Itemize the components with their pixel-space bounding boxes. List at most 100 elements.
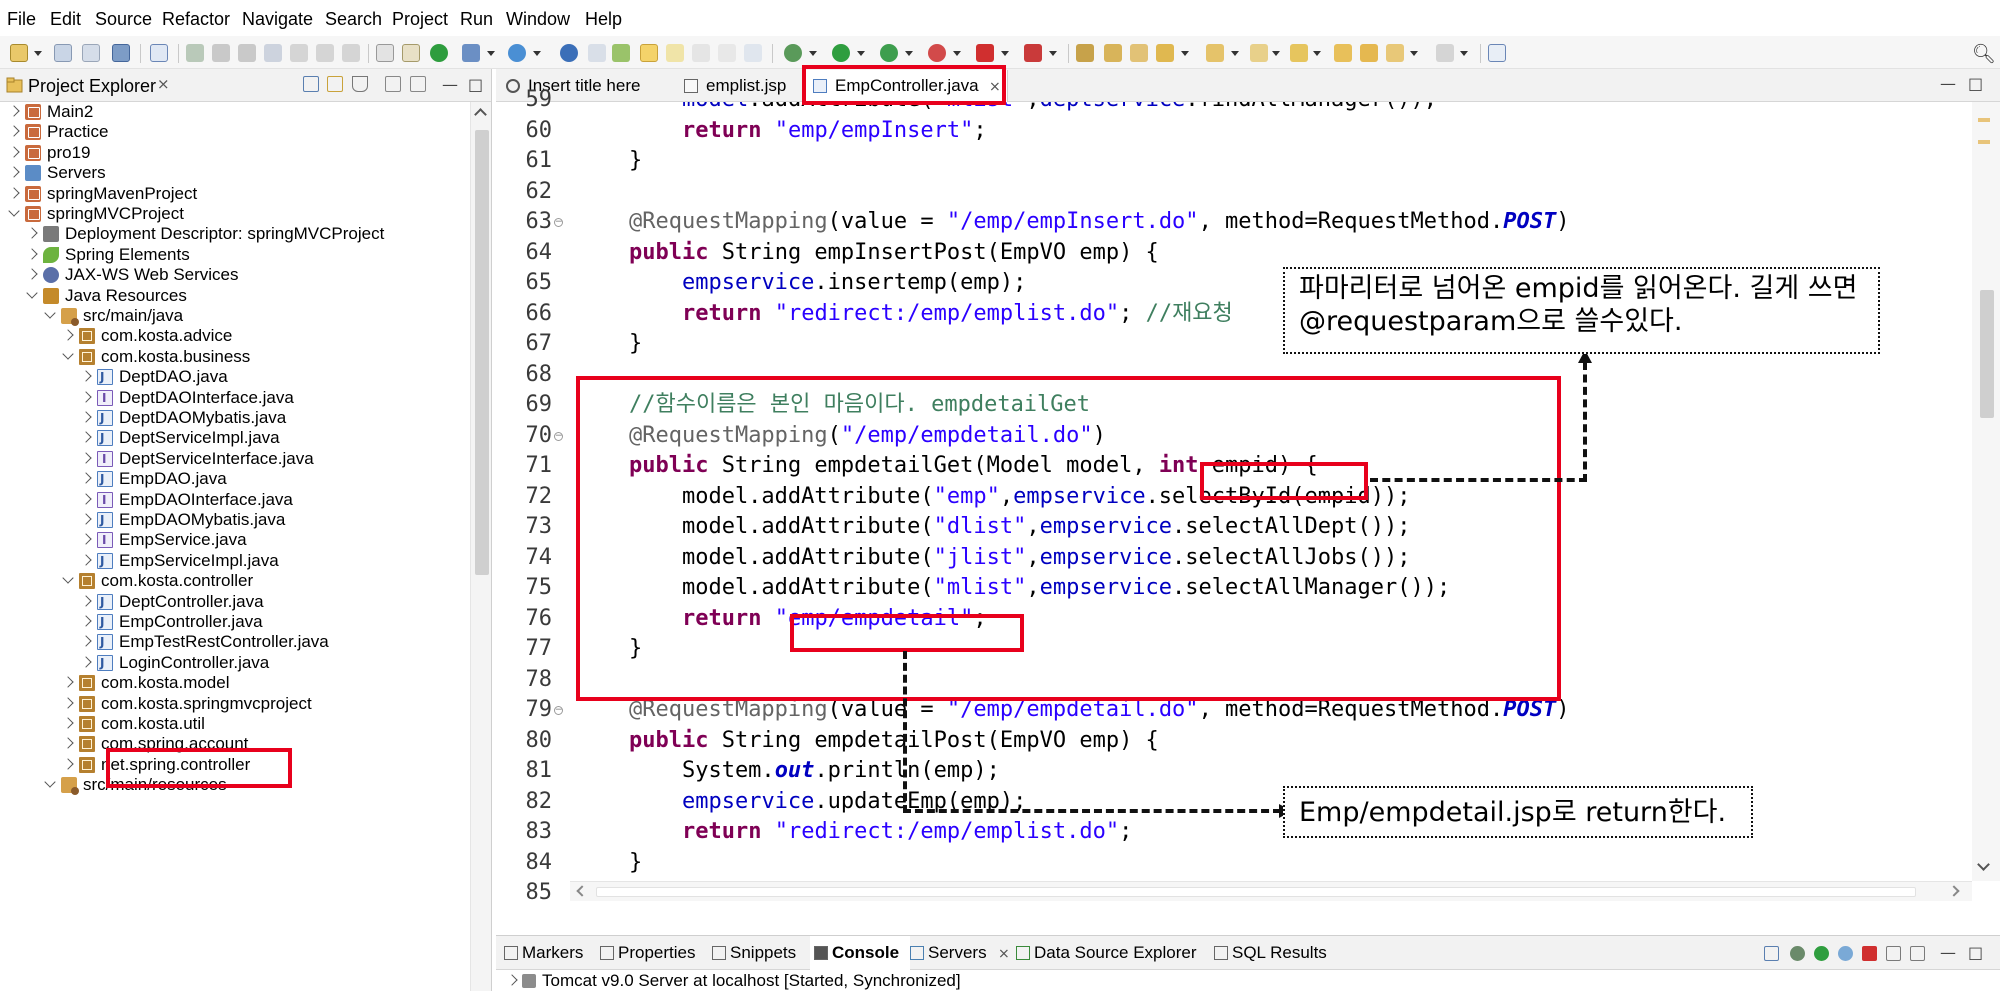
- expanded-chevron-icon[interactable]: [62, 348, 74, 360]
- open-perspective-icon[interactable]: [560, 44, 578, 62]
- collapsed-chevron-icon[interactable]: [62, 758, 74, 770]
- menu-source[interactable]: Source: [95, 9, 152, 29]
- overview-mark[interactable]: [1978, 118, 1990, 122]
- word-wrap-icon[interactable]: [744, 44, 762, 62]
- next-annotation-icon[interactable]: [1290, 44, 1308, 62]
- pin-icon[interactable]: [612, 44, 630, 62]
- maximize-editor-icon[interactable]: □: [1968, 74, 1983, 93]
- tab-snippets[interactable]: Snippets: [708, 936, 808, 970]
- menu-window[interactable]: Window: [506, 9, 570, 29]
- expand-chevron-icon[interactable]: [506, 974, 518, 986]
- explorer-scrollbar[interactable]: [470, 102, 491, 991]
- overview-mark[interactable]: [1978, 140, 1990, 144]
- highlight-icon[interactable]: [666, 44, 684, 62]
- profile-dropdown-icon[interactable]: [1049, 51, 1057, 56]
- collapsed-chevron-icon[interactable]: [8, 166, 20, 178]
- collapsed-chevron-icon[interactable]: [80, 513, 92, 525]
- skip-breakpoints-icon[interactable]: [150, 44, 168, 62]
- external-tools-icon[interactable]: [928, 44, 946, 62]
- menu-navigate[interactable]: Navigate: [242, 9, 313, 29]
- run-dropdown-icon[interactable]: [857, 51, 865, 56]
- tab-data-source-explorer[interactable]: Data Source Explorer: [1012, 936, 1212, 970]
- collapse-icon[interactable]: [1764, 946, 1779, 961]
- editor-scroll-thumb[interactable]: [1980, 290, 1994, 418]
- pin-editor-icon[interactable]: [1488, 44, 1506, 62]
- new-class-icon[interactable]: [1130, 44, 1148, 62]
- console-icon[interactable]: [112, 44, 130, 62]
- explorer-scroll-thumb[interactable]: [475, 130, 489, 575]
- scroll-right-arrow-icon[interactable]: [1948, 885, 1960, 897]
- suspend-icon[interactable]: [212, 44, 230, 62]
- new-icon[interactable]: [10, 44, 28, 62]
- filter-icon[interactable]: [352, 76, 368, 92]
- collapsed-chevron-icon[interactable]: [80, 452, 92, 464]
- close-tab-icon[interactable]: ⨯: [998, 936, 1010, 970]
- stop-icon[interactable]: [976, 44, 994, 62]
- debug-dropdown-icon[interactable]: [809, 51, 817, 56]
- expanded-chevron-icon[interactable]: [44, 776, 56, 788]
- tab-sql-results[interactable]: SQL Results: [1210, 936, 1340, 970]
- collapsed-chevron-icon[interactable]: [80, 594, 92, 607]
- new-java-project-icon[interactable]: [1076, 44, 1094, 62]
- debug-server-icon[interactable]: [1790, 946, 1805, 961]
- expanded-chevron-icon[interactable]: [8, 205, 20, 217]
- editor-vertical-scrollbar[interactable]: [1972, 102, 2000, 881]
- minimize-icon[interactable]: —: [442, 75, 458, 94]
- collapsed-chevron-icon[interactable]: [80, 656, 92, 668]
- expanded-chevron-icon[interactable]: [62, 572, 74, 584]
- menu-project[interactable]: Project: [392, 9, 448, 29]
- external-tools-dropdown-icon[interactable]: [953, 51, 961, 56]
- collapsed-chevron-icon[interactable]: [80, 472, 92, 484]
- maximize-panel-icon[interactable]: □: [1968, 943, 1983, 962]
- maximize-icon[interactable]: □: [468, 75, 483, 94]
- start-server-icon[interactable]: [1814, 946, 1829, 961]
- build-icon[interactable]: [402, 44, 420, 62]
- menu-edit[interactable]: Edit: [50, 9, 81, 29]
- save-all-icon[interactable]: [82, 44, 100, 62]
- collapsed-chevron-icon[interactable]: [8, 186, 20, 199]
- resume-icon[interactable]: [186, 44, 204, 62]
- project-explorer-title[interactable]: Project Explorer: [28, 76, 156, 96]
- link-with-editor-icon[interactable]: [327, 76, 343, 92]
- tab-emplist-jsp[interactable]: emplist.jsp: [674, 70, 786, 102]
- collapsed-chevron-icon[interactable]: [26, 248, 38, 260]
- collapsed-chevron-icon[interactable]: [62, 329, 74, 342]
- menu-run[interactable]: Run: [460, 9, 493, 29]
- next-annotation-dropdown-icon[interactable]: [1313, 51, 1321, 56]
- open-type-icon[interactable]: [588, 44, 606, 62]
- collapsed-chevron-icon[interactable]: [62, 676, 74, 688]
- scroll-left-arrow-icon[interactable]: [576, 885, 588, 897]
- profile-server-icon[interactable]: [1838, 946, 1853, 961]
- editor-horizontal-thumb[interactable]: [596, 887, 1916, 897]
- mark-occurrences-icon[interactable]: [640, 44, 658, 62]
- server-icon[interactable]: [462, 44, 480, 62]
- expanded-chevron-icon[interactable]: [26, 286, 38, 299]
- collapsed-chevron-icon[interactable]: [62, 737, 74, 750]
- collapsed-chevron-icon[interactable]: [26, 268, 38, 280]
- disconnect-icon[interactable]: [264, 44, 282, 62]
- collapse-all-icon[interactable]: [303, 76, 319, 92]
- save-icon[interactable]: [54, 44, 72, 62]
- last-edit-icon[interactable]: [1360, 44, 1378, 62]
- minimize-editor-icon[interactable]: —: [1940, 74, 1956, 93]
- view-menu-dropdown-icon[interactable]: [410, 76, 426, 92]
- terminate-icon[interactable]: [238, 44, 256, 62]
- debug-icon[interactable]: [784, 44, 802, 62]
- coverage-dropdown-icon[interactable]: [905, 51, 913, 56]
- collapsed-chevron-icon[interactable]: [26, 227, 38, 240]
- search-dropdown-icon[interactable]: [1272, 51, 1280, 56]
- tab-properties[interactable]: Properties: [596, 936, 706, 970]
- minimize-panel-icon[interactable]: —: [1940, 943, 1956, 962]
- close-icon[interactable]: ⨯: [157, 75, 170, 93]
- web-browser-icon[interactable]: [508, 44, 526, 62]
- expanded-chevron-icon[interactable]: [44, 307, 56, 319]
- server-dropdown-icon[interactable]: [487, 51, 495, 56]
- collapsed-chevron-icon[interactable]: [80, 554, 92, 566]
- back-dropdown-icon[interactable]: [1410, 51, 1418, 56]
- publish-icon[interactable]: [1886, 946, 1901, 961]
- collapsed-chevron-icon[interactable]: [80, 390, 92, 403]
- open-task-icon[interactable]: [1206, 44, 1224, 62]
- server-entry[interactable]: Tomcat v9.0 Server at localhost [Started…: [496, 970, 2000, 991]
- step-return-icon[interactable]: [342, 44, 360, 62]
- clean-icon[interactable]: [1910, 946, 1925, 961]
